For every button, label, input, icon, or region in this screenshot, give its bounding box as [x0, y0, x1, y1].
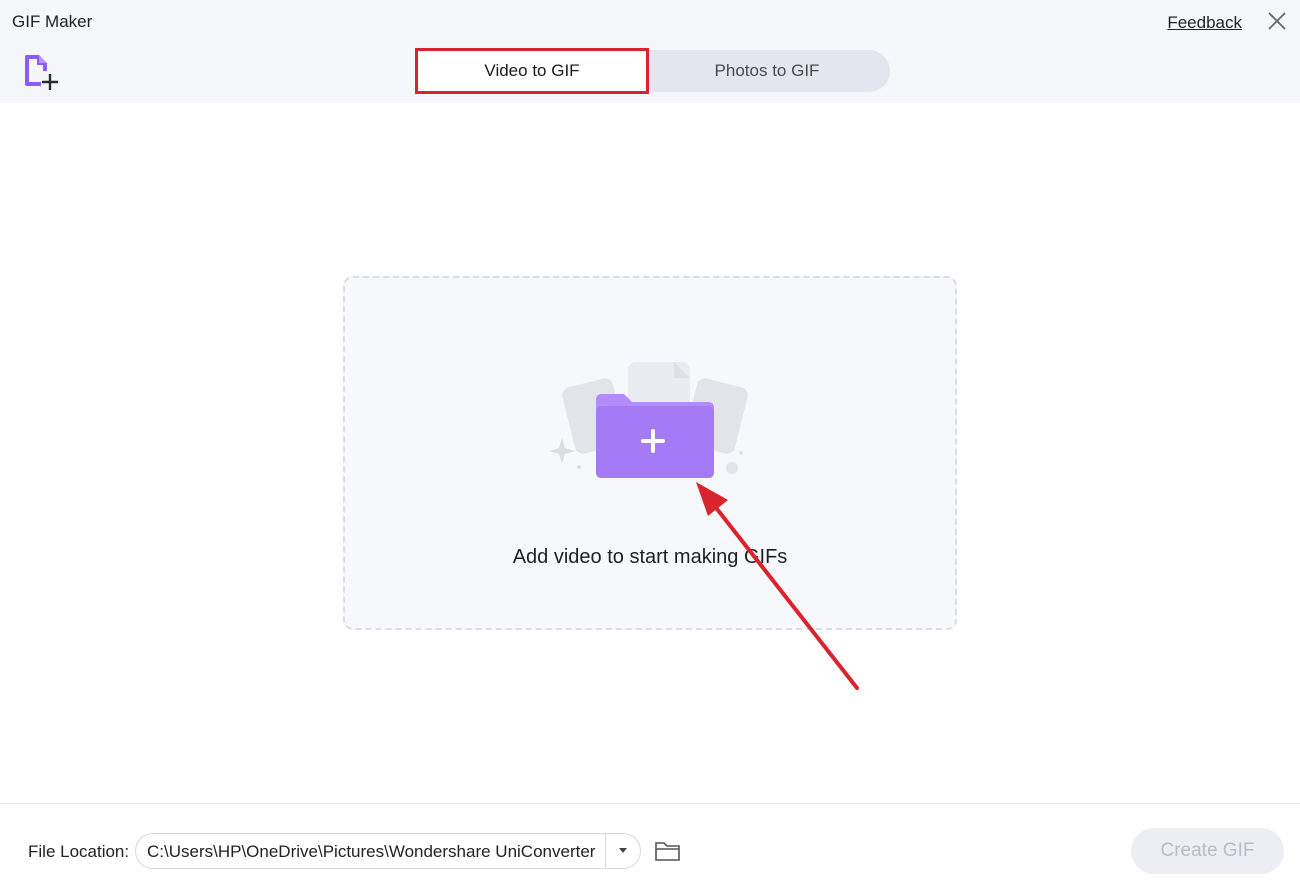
close-icon[interactable]: [1266, 10, 1288, 32]
tab-video-to-gif[interactable]: Video to GIF: [415, 48, 649, 94]
file-location-value: C:\Users\HP\OneDrive\Pictures\Wondershar…: [147, 842, 596, 861]
gif-maker-window: GIF Maker Feedback Video to GIF Photos t…: [0, 0, 1300, 888]
file-location-select[interactable]: C:\Users\HP\OneDrive\Pictures\Wondershar…: [135, 833, 641, 869]
footer-divider: [0, 803, 1300, 804]
drop-zone-text: Add video to start making GIFs: [512, 546, 788, 568]
create-gif-button[interactable]: Create GIF: [1131, 828, 1284, 874]
open-folder-icon[interactable]: [654, 839, 682, 863]
tab-photos-to-gif[interactable]: Photos to GIF: [649, 50, 885, 92]
mode-tabs: Video to GIF Photos to GIF: [415, 48, 890, 94]
chevron-down-icon[interactable]: [606, 834, 640, 868]
add-file-icon[interactable]: [22, 52, 62, 92]
window-title: GIF Maker: [12, 12, 93, 31]
feedback-link[interactable]: Feedback: [1167, 13, 1242, 33]
header: GIF Maker Feedback Video to GIF Photos t…: [0, 0, 1300, 103]
add-folder-icon[interactable]: [549, 360, 750, 485]
video-drop-zone[interactable]: Add video to start making GIFs: [343, 276, 957, 630]
file-location-label: File Location:: [28, 842, 130, 861]
